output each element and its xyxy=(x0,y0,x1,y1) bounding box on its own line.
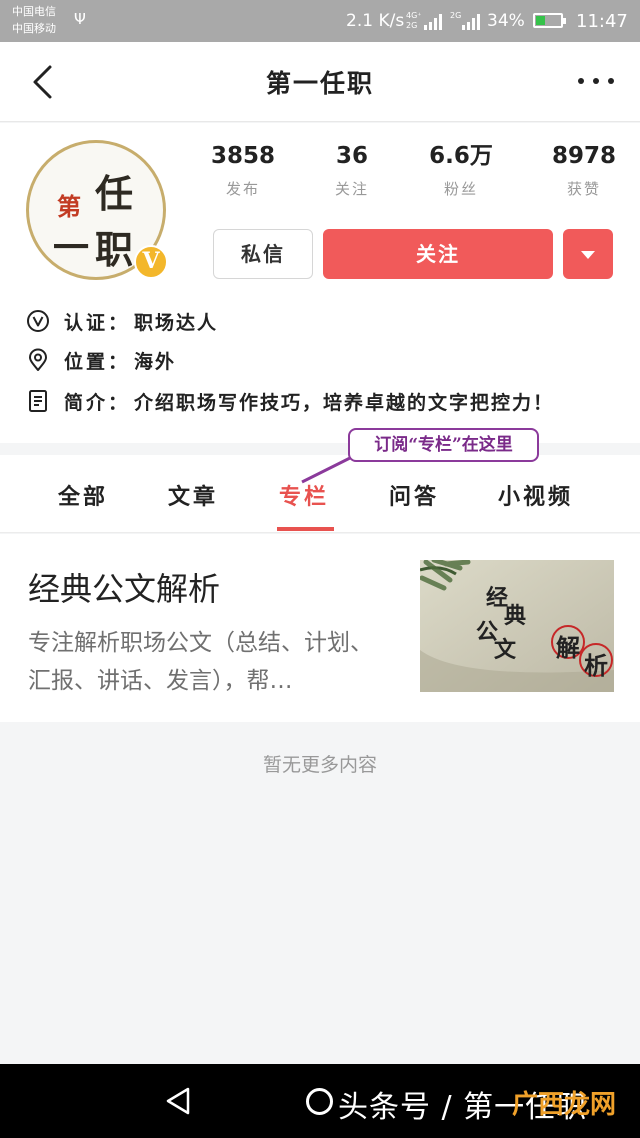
signal-2-icon xyxy=(462,12,480,30)
no-more-content-text: 暂无更多内容 xyxy=(262,754,377,776)
chevron-down-icon xyxy=(581,251,595,259)
avatar-char: 任 xyxy=(95,171,134,216)
verified-icon xyxy=(27,310,49,332)
header: 第一任职 xyxy=(0,42,640,122)
stat-label: 关注 xyxy=(334,180,369,198)
carrier-2: 中国移动 xyxy=(12,22,56,35)
info-label: 位置： xyxy=(64,350,131,373)
info-value: 海外 xyxy=(134,350,177,373)
battery-icon xyxy=(533,13,566,28)
info-label: 简介： xyxy=(64,391,131,414)
stat-label: 粉丝 xyxy=(443,180,478,198)
stat-value: 6.6万 xyxy=(429,143,493,169)
system-nav-bar: 头条号 / 第一任职 广西龙网 xyxy=(0,1064,640,1138)
profile-section: 第 任 一 职 V 3858 发布 36 关注 6.6万 粉丝 8978 获赞 … xyxy=(0,123,640,443)
info-bio: 简介： 介绍职场写作技巧，培养卓越的文字把控力！ xyxy=(26,386,554,416)
location-icon xyxy=(29,348,47,371)
article-card[interactable]: 经典公文解析 专注解析职场公文（总结、计划、汇报、讲话、发言），帮… 经 典 公… xyxy=(0,534,640,722)
stat-label: 发布 xyxy=(225,180,260,198)
article-title: 经典公文解析 xyxy=(28,570,221,608)
battery-fill xyxy=(536,16,545,25)
active-tab-indicator xyxy=(277,527,334,531)
status-bar: 中国电信 中国移动 Ψ 2.1 K/s 4G⁺ 2G 2G 34% 11:47 xyxy=(0,0,640,42)
clock: 11:47 xyxy=(576,11,628,32)
stat-value: 36 xyxy=(335,143,368,169)
screen: 中国电信 中国移动 Ψ 2.1 K/s 4G⁺ 2G 2G 34% 11:47 … xyxy=(0,0,640,1138)
info-value: 介绍职场写作技巧，培养卓越的文字把控力！ xyxy=(134,391,555,414)
signal-1-icon xyxy=(424,12,442,30)
more-options-icon[interactable] xyxy=(578,78,614,86)
tab-articles[interactable]: 文章 xyxy=(168,479,218,511)
stat-likes[interactable]: 8978 获赞 xyxy=(534,142,634,199)
page-title: 第一任职 xyxy=(265,69,374,98)
message-button[interactable]: 私信 xyxy=(213,229,313,279)
tab-bar: 全部 文章 专栏 问答 小视频 xyxy=(0,455,640,533)
info-verification: 认证： 职场达人 xyxy=(26,306,218,336)
stat-posts[interactable]: 3858 发布 xyxy=(193,142,293,199)
thumb-char: 典 xyxy=(504,603,527,629)
info-label: 认证： xyxy=(64,311,131,334)
stat-value: 8978 xyxy=(551,143,616,169)
avatar-char: 一 xyxy=(53,227,90,269)
tab-qa[interactable]: 问答 xyxy=(389,479,439,511)
document-icon xyxy=(29,390,47,412)
thumb-char: 文 xyxy=(494,637,517,663)
network-speed: 2.1 K/s xyxy=(346,11,405,31)
network-type-1-top: 4G⁺ xyxy=(406,11,422,20)
stat-value: 3858 xyxy=(210,143,275,169)
stat-following[interactable]: 36 关注 xyxy=(302,142,402,199)
follow-button[interactable]: 关注 xyxy=(323,229,553,279)
tab-short-video[interactable]: 小视频 xyxy=(498,479,573,511)
follow-dropdown-button[interactable] xyxy=(563,229,613,279)
info-value: 职场达人 xyxy=(134,311,219,334)
avatar-char: 职 xyxy=(95,227,134,272)
thumb-char: 析 xyxy=(584,651,608,680)
tab-column[interactable]: 专栏 xyxy=(279,479,329,511)
avatar-char: 第 xyxy=(57,192,81,221)
article-description: 专注解析职场公文（总结、计划、汇报、讲话、发言），帮… xyxy=(28,630,373,694)
nav-back-icon[interactable] xyxy=(164,1086,192,1116)
article-thumbnail: 经 典 公 文 解 析 xyxy=(420,560,614,692)
stat-label: 获赞 xyxy=(566,180,601,198)
network-type-1-bottom: 2G xyxy=(406,21,418,30)
usb-icon: Ψ xyxy=(74,10,86,28)
carrier-1: 中国电信 xyxy=(12,5,56,18)
verified-badge-icon: V xyxy=(134,245,168,279)
nav-home-icon[interactable] xyxy=(306,1088,333,1115)
tab-all[interactable]: 全部 xyxy=(58,479,108,511)
info-location: 位置： 海外 xyxy=(26,345,176,375)
annotation-callout: 订阅“专栏”在这里 xyxy=(348,428,539,462)
battery-percent: 34% xyxy=(487,11,525,31)
stat-followers[interactable]: 6.6万 粉丝 xyxy=(411,142,511,199)
thumb-char: 解 xyxy=(556,633,580,662)
watermark-logo-text: 广西龙网 xyxy=(512,1090,617,1120)
network-type-2: 2G xyxy=(450,11,462,20)
